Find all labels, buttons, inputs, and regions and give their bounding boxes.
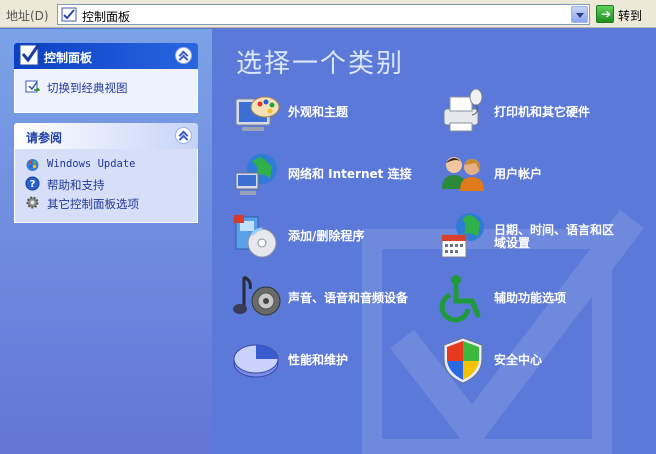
windows-update-label: Windows Update — [47, 158, 136, 170]
category-label: 打印机和其它硬件 — [494, 105, 591, 119]
add-remove-programs-icon — [234, 215, 277, 258]
page-title: 选择一个类别 — [236, 49, 405, 79]
see-also-section: 请参阅 Windows Update ? 帮助和支持 其它控制面板选项 — [14, 123, 198, 223]
go-button[interactable]: ➔ 转到 — [596, 4, 652, 25]
category-label: 日期、时间、语言和区 — [494, 223, 615, 237]
network-internet-icon — [235, 154, 277, 195]
see-also-section-header[interactable]: 请参阅 — [14, 123, 198, 149]
category-add-remove-programs[interactable]: 添加/删除程序 — [232, 211, 437, 263]
collapse-chevron-icon[interactable] — [175, 47, 192, 65]
category-printer-hardware[interactable]: 打印机和其它硬件 — [438, 87, 643, 139]
address-input[interactable]: 控制面板 — [57, 4, 590, 25]
category-appearance-themes[interactable]: 外观和主题 — [232, 87, 437, 139]
other-options-label: 其它控制面板选项 — [47, 197, 139, 211]
address-label: 地址(D) — [6, 9, 49, 23]
category-label-line2: 域设置 — [494, 236, 531, 250]
category-label: 外观和主题 — [288, 105, 349, 119]
accessibility-icon — [439, 275, 481, 323]
classic-view-icon — [25, 80, 40, 93]
category-accessibility[interactable]: 辅助功能选项 — [438, 273, 643, 325]
category-label: 声音、语音和音频设备 — [288, 291, 409, 305]
category-performance-maintenance[interactable]: 性能和维护 — [232, 335, 437, 387]
task-pane: 控制面板 切换到经典视图 请参阅 Windows Update ? 帮助和支持 … — [0, 29, 212, 454]
appearance-themes-icon — [235, 96, 280, 131]
help-support-link[interactable]: ? 帮助和支持 — [25, 174, 187, 193]
control-panel-icon — [19, 43, 41, 66]
security-center-icon — [443, 337, 483, 384]
category-label: 添加/删除程序 — [288, 229, 365, 243]
control-panel-section-header[interactable]: 控制面板 — [14, 43, 198, 69]
address-value: 控制面板 — [82, 10, 131, 24]
address-dropdown-button[interactable] — [571, 6, 588, 23]
category-security-center[interactable]: 安全中心 — [438, 335, 643, 387]
go-arrow-icon: ➔ — [596, 5, 614, 23]
switch-classic-view-label: 切换到经典视图 — [47, 81, 128, 95]
printer-hardware-icon — [443, 88, 483, 132]
category-sounds-audio[interactable]: 声音、语音和音频设备 — [232, 273, 437, 325]
category-network-internet[interactable]: 网络和 Internet 连接 — [232, 149, 437, 201]
date-time-language-icon — [441, 213, 484, 258]
sounds-audio-icon — [233, 275, 281, 316]
category-date-time-language[interactable]: 日期、时间、语言和区 域设置 — [438, 211, 643, 263]
see-also-section-title: 请参阅 — [26, 131, 63, 145]
go-label: 转到 — [618, 9, 643, 23]
category-label: 安全中心 — [494, 353, 543, 367]
control-panel-section-title: 控制面板 — [44, 51, 93, 65]
windows-update-link[interactable]: Windows Update — [25, 155, 187, 174]
switch-classic-view-link[interactable]: 切换到经典视图 — [25, 77, 187, 96]
address-bar: 地址(D) 控制面板 ➔ 转到 — [0, 0, 656, 28]
svg-text:?: ? — [30, 179, 36, 190]
category-user-accounts[interactable]: 用户帐户 — [438, 149, 643, 201]
help-support-label: 帮助和支持 — [47, 178, 105, 192]
control-panel-icon — [61, 7, 77, 22]
other-options-link[interactable]: 其它控制面板选项 — [25, 193, 187, 212]
category-label: 用户帐户 — [494, 167, 543, 181]
collapse-chevron-icon[interactable] — [175, 127, 192, 145]
category-label: 性能和维护 — [288, 353, 349, 367]
see-also-section-body: Windows Update ? 帮助和支持 其它控制面板选项 — [14, 149, 198, 223]
category-label: 辅助功能选项 — [494, 291, 567, 305]
control-panel-section-body: 切换到经典视图 — [14, 69, 198, 113]
performance-maintenance-icon — [233, 344, 279, 378]
user-accounts-icon — [442, 157, 484, 191]
category-label: 网络和 Internet 连接 — [288, 167, 412, 181]
control-panel-section: 控制面板 切换到经典视图 — [14, 43, 198, 113]
gear-icon — [26, 196, 39, 209]
category-view: 选择一个类别 外观和主题 打印机和其它硬件 网络和 Internet 连接 用户… — [212, 29, 656, 454]
help-icon: ? — [25, 176, 40, 191]
windows-update-icon — [26, 159, 39, 171]
